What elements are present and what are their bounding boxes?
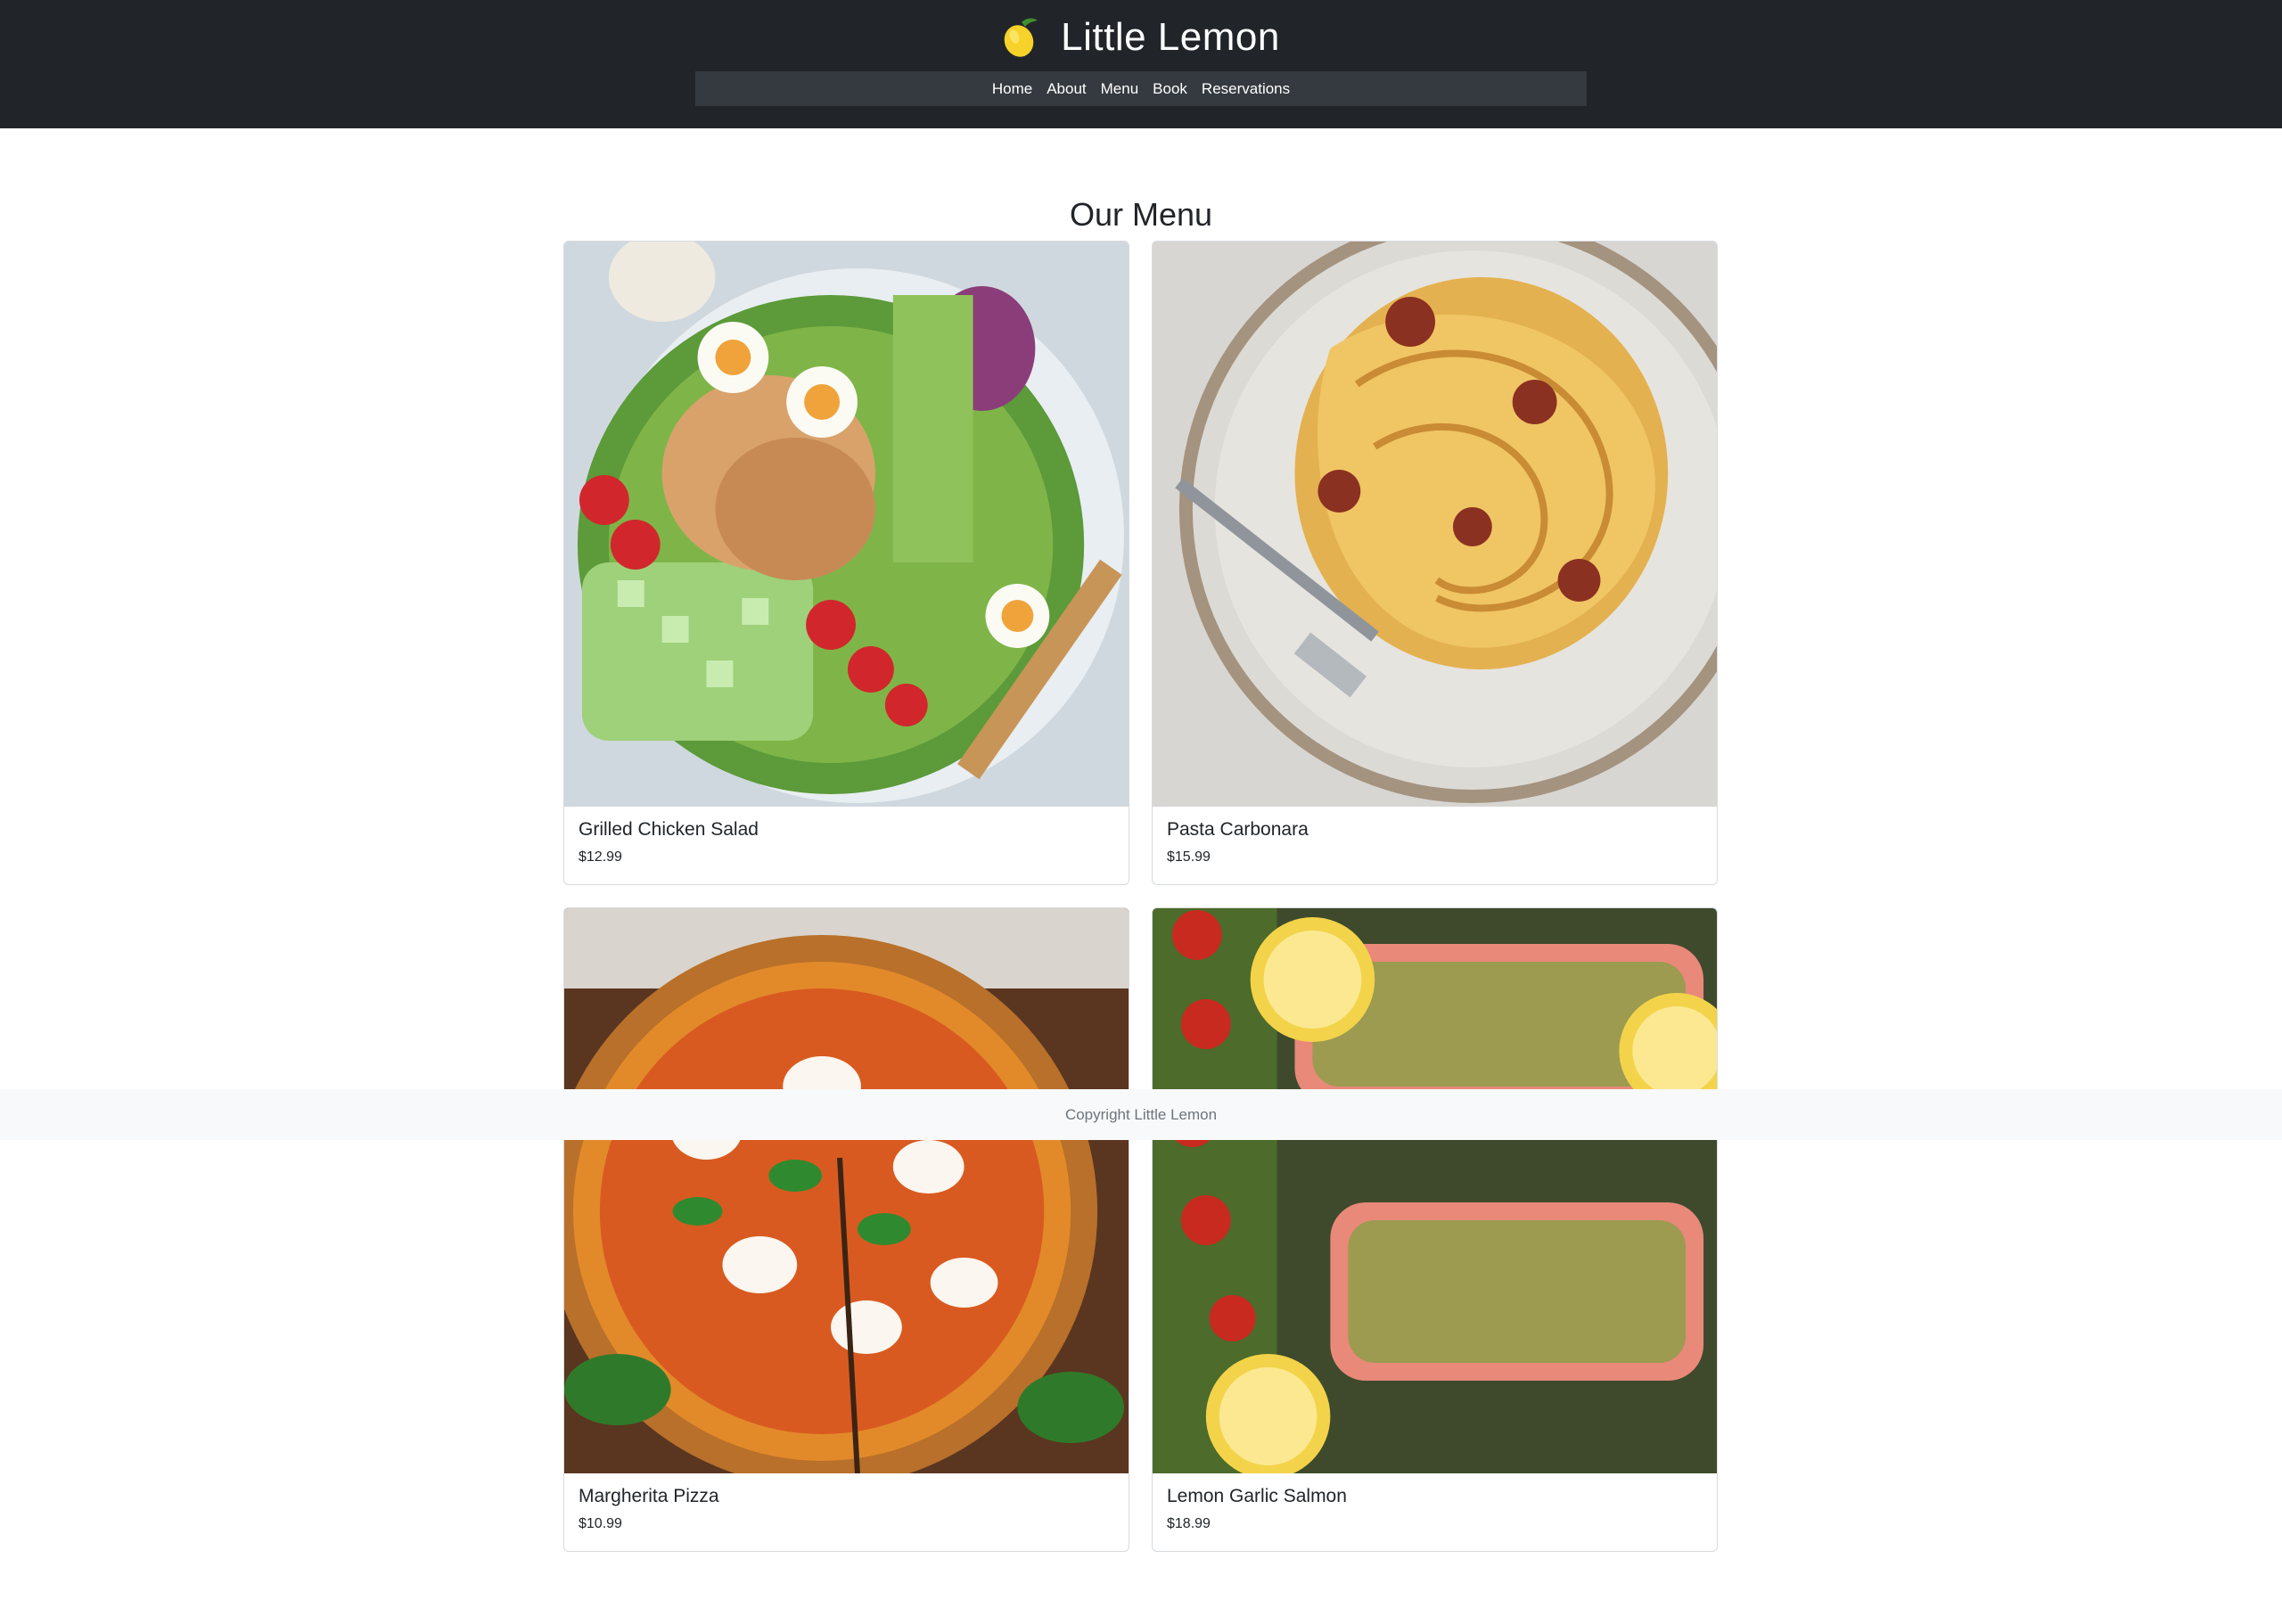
lemon-icon [1004,18,1038,57]
menu-item-price: $15.99 [1167,849,1211,865]
salad-image [564,242,1129,807]
card-body: Pasta Carbonara $15.99 [1153,807,1717,878]
menu-item-price: $10.99 [579,1516,622,1531]
pizza-image [564,908,1129,1473]
site-header: Little Lemon Home About Menu Book Reserv… [0,0,2282,128]
menu-card[interactable]: Grilled Chicken Salad $12.99 [563,241,1129,885]
menu-item-name: Margherita Pizza [579,1486,719,1506]
menu-item-name: Grilled Chicken Salad [579,819,759,840]
menu-card[interactable]: Lemon Garlic Salmon $18.99 [1152,907,1718,1552]
site-title: Little Lemon [1061,15,1280,59]
menu-item-price: $12.99 [579,849,622,865]
salmon-image [1153,908,1717,1473]
card-body: Margherita Pizza $10.99 [564,1473,1129,1545]
nav-home-link[interactable]: Home [992,80,1032,98]
nav-about-link[interactable]: About [1047,80,1086,98]
nav-book-link[interactable]: Book [1153,80,1187,98]
nav-menu-link[interactable]: Menu [1101,80,1139,98]
menu-item-name: Pasta Carbonara [1167,819,1309,840]
nav-reservations-link[interactable]: Reservations [1202,80,1290,98]
menu-item-name: Lemon Garlic Salmon [1167,1486,1347,1506]
card-body: Lemon Garlic Salmon $18.99 [1153,1473,1717,1545]
menu-card[interactable]: Margherita Pizza $10.99 [563,907,1129,1552]
card-body: Grilled Chicken Salad $12.99 [564,807,1129,878]
main-nav: Home About Menu Book Reservations [695,71,1587,106]
menu-card[interactable]: Pasta Carbonara $15.99 [1152,241,1718,885]
site-footer: Copyright Little Lemon [0,1089,2282,1140]
menu-heading: Our Menu [1069,196,1213,233]
footer-copyright: Copyright Little Lemon [1064,1105,1218,1123]
brand[interactable]: Little Lemon [0,9,2282,66]
pasta-image [1153,242,1717,807]
menu-item-price: $18.99 [1167,1516,1211,1531]
